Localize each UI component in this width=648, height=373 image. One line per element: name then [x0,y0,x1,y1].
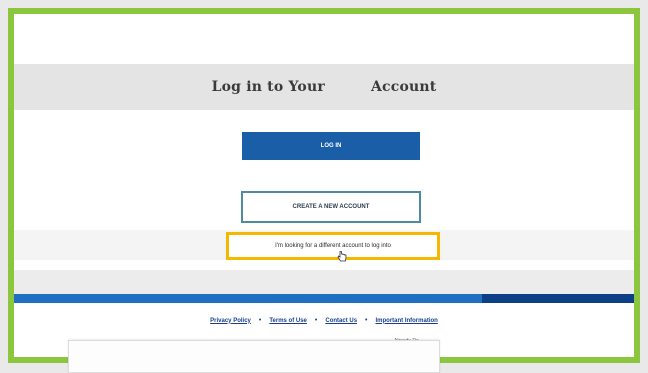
footer-separator: • [258,317,262,324]
footer-separator: • [314,317,318,324]
footer-blue-bar-dark [482,294,634,303]
decorative-dot [448,196,456,204]
terms-of-use-link[interactable]: Terms of Use [269,318,307,324]
login-button[interactable]: LOG IN [242,132,420,160]
gray-divider-band [14,270,634,294]
contact-us-link[interactable]: Contact Us [325,318,357,324]
different-account-link[interactable]: I'm looking for a different account to l… [226,232,440,260]
page-title-part-1: Log in to Your [211,79,325,95]
screenshot-frame: Log in to Your Account LOG IN CREATE A N… [8,8,640,363]
create-account-button[interactable]: CREATE A NEW ACCOUNT [241,191,421,223]
page-title-part-2: Account [370,79,437,95]
footer-links: Privacy Policy • Terms of Use • Contact … [14,317,634,324]
page-header: Log in to Your Account [14,64,634,110]
important-information-link[interactable]: Important Information [375,318,437,324]
footer-separator: • [365,317,368,324]
hand-cursor-icon [337,249,347,262]
bottom-popup-panel [68,340,440,373]
privacy-policy-link[interactable]: Privacy Policy [210,318,251,324]
